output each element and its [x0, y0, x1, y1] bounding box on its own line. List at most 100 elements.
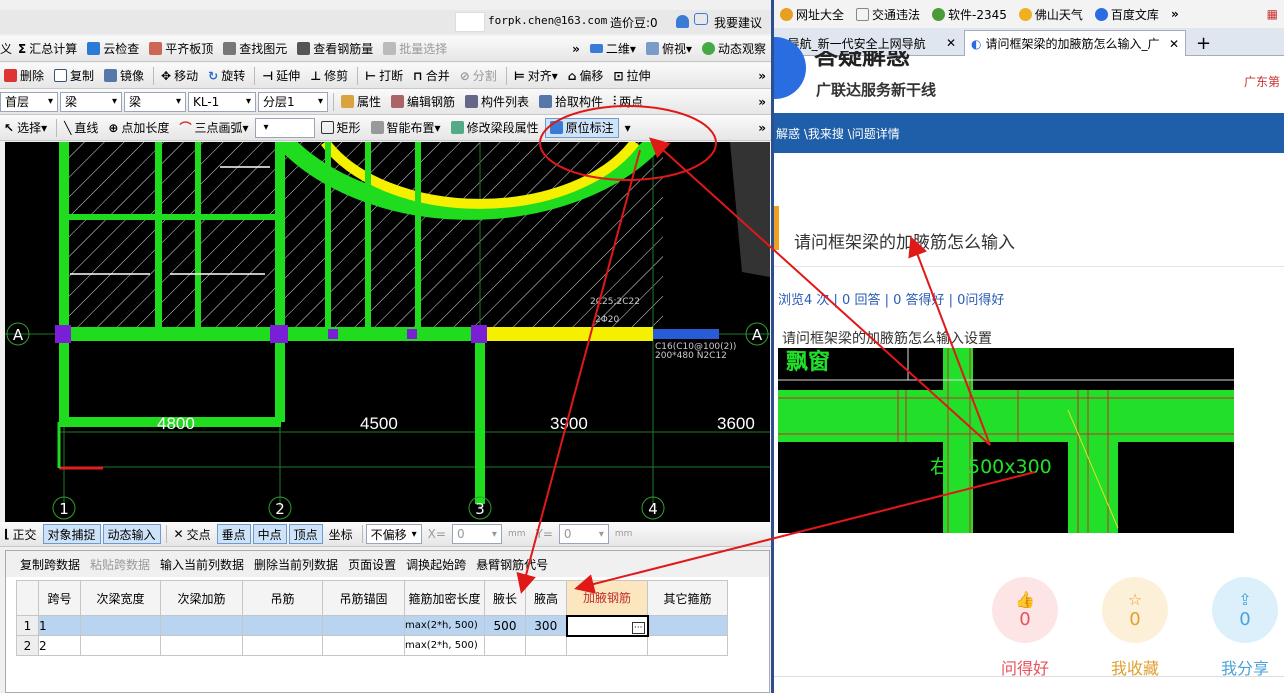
component-list-button[interactable]: 构件列表: [461, 92, 533, 112]
floor-select[interactable]: 首层: [0, 91, 58, 112]
good-question-action[interactable]: 👍 0 问得好: [992, 577, 1058, 679]
move-button[interactable]: ✥ 移动: [157, 66, 202, 86]
offset-button[interactable]: ⌂ 偏移: [564, 66, 608, 86]
two-point-button[interactable]: ⫶ 两点: [609, 92, 647, 112]
cell[interactable]: [80, 635, 161, 656]
pick-component-button[interactable]: 拾取构件: [535, 92, 607, 112]
in-situ-dropdown-icon[interactable]: ▾: [621, 118, 635, 138]
close-icon[interactable]: ✕: [1169, 37, 1179, 51]
property-button[interactable]: 属性: [337, 92, 385, 112]
close-icon[interactable]: ✕: [946, 36, 956, 50]
align-slab-button[interactable]: 平齐板顶: [145, 39, 217, 59]
table-row[interactable]: 1 1 max(2*h, 500) 500 300 ···: [16, 614, 728, 637]
object-snap-toggle[interactable]: 对象捕捉: [42, 524, 101, 544]
bookmark-item[interactable]: 网址大全: [774, 5, 850, 23]
more-bookmarks-icon[interactable]: »: [1165, 5, 1185, 23]
chat-icon[interactable]: [694, 13, 708, 25]
span-cell[interactable]: 1: [38, 615, 81, 636]
more-chevron-icon[interactable]: »: [754, 118, 770, 138]
more-chevron-icon[interactable]: »: [754, 92, 770, 112]
extend-button[interactable]: ⊣ 延伸: [258, 66, 304, 86]
arc-mode-select[interactable]: [254, 117, 315, 138]
offset-select[interactable]: 不偏移: [365, 524, 422, 544]
split-button[interactable]: ⊘ 分割: [456, 66, 501, 86]
coordinate-snap[interactable]: 坐标: [325, 524, 357, 544]
dynamic-input-toggle[interactable]: 动态输入: [102, 524, 161, 544]
haunch-len-cell[interactable]: [484, 635, 526, 656]
view-2d-dropdown[interactable]: 二维 ▾: [586, 39, 640, 59]
top-view-dropdown[interactable]: 俯视 ▾: [642, 39, 696, 59]
question-image[interactable]: 飘窗 右腋500x300: [778, 348, 1234, 533]
question-stats[interactable]: 浏览4 次 | 0 回答 | 0 答得好 | 0问得好: [778, 289, 1004, 308]
good-question-circle[interactable]: 👍 0: [992, 577, 1058, 643]
category-select[interactable]: 梁: [60, 91, 122, 112]
in-situ-label-button[interactable]: 原位标注: [544, 117, 619, 138]
smart-place-dropdown[interactable]: 智能布置 ▾: [367, 118, 445, 138]
more-chevron-icon[interactable]: »: [754, 66, 770, 86]
merge-button[interactable]: ⊓ 合并: [409, 66, 454, 86]
stirrup-cell[interactable]: max(2*h, 500): [404, 615, 485, 636]
rect-button[interactable]: 矩形: [317, 118, 365, 138]
new-tab-icon[interactable]: +: [1190, 30, 1217, 56]
share-action[interactable]: ⇪ 0 我分享: [1212, 577, 1278, 679]
haunch-rebar-cell[interactable]: [566, 635, 648, 656]
cantilever-code-button[interactable]: 悬臂钢筋代号: [476, 556, 548, 573]
cloud-check-button[interactable]: 云检查: [83, 39, 143, 59]
more-chevron-icon[interactable]: »: [568, 39, 584, 59]
mirror-button[interactable]: 镜像: [100, 66, 148, 86]
cell[interactable]: [322, 615, 405, 636]
modify-span-button[interactable]: 修改梁段属性: [447, 118, 543, 138]
cell[interactable]: [242, 615, 323, 636]
align-dropdown[interactable]: ⊨ 对齐 ▾: [510, 66, 562, 86]
copy-button[interactable]: 复制: [50, 66, 98, 86]
ellipsis-button[interactable]: ···: [631, 621, 645, 634]
cell[interactable]: [80, 615, 161, 636]
input-column-button[interactable]: 输入当前列数据: [160, 556, 244, 573]
sum-calc-button[interactable]: Σ 汇总计算: [14, 39, 81, 59]
favorite-action[interactable]: ☆ 0 我收藏: [1102, 577, 1168, 679]
share-circle[interactable]: ⇪ 0: [1212, 577, 1278, 643]
perpendicular-snap[interactable]: 垂点: [216, 524, 251, 544]
span-cell[interactable]: 2: [38, 635, 81, 656]
menu-partial[interactable]: 义: [0, 39, 12, 59]
rotate-button[interactable]: ↻ 旋转: [204, 66, 249, 86]
swap-start-button[interactable]: 调换起始跨: [406, 556, 466, 573]
intersection-snap[interactable]: ✕ 交点: [170, 524, 215, 544]
cell[interactable]: [647, 635, 728, 656]
type-select[interactable]: 梁: [124, 91, 186, 112]
break-button[interactable]: ⊢ 打断: [361, 66, 407, 86]
favorite-circle[interactable]: ☆ 0: [1102, 577, 1168, 643]
suggest-link[interactable]: 我要建议: [714, 14, 762, 31]
cell[interactable]: [160, 635, 243, 656]
delete-button[interactable]: 删除: [0, 66, 48, 86]
bookmark-item[interactable]: 交通违法: [850, 5, 926, 23]
bookmark-item[interactable]: 百度文库: [1089, 5, 1165, 23]
haunch-len-cell[interactable]: 500: [484, 615, 526, 636]
edit-rebar-button[interactable]: 编辑钢筋: [387, 92, 459, 112]
bookmark-item[interactable]: 软件-2345: [926, 5, 1013, 23]
vertex-snap[interactable]: 顶点: [288, 524, 323, 544]
haunch-height-cell[interactable]: [525, 635, 567, 656]
copy-span-button[interactable]: 复制跨数据: [20, 556, 80, 573]
drawing-canvas[interactable]: 4800 4500 3900 3600 2Φ20 C16(C10@100(2))…: [5, 142, 770, 522]
page-setup-button[interactable]: 页面设置: [348, 556, 396, 573]
component-select[interactable]: KL-1: [188, 91, 256, 112]
midpoint-snap[interactable]: 中点: [252, 524, 287, 544]
layer-select[interactable]: 分层1: [258, 91, 328, 112]
batch-select-button[interactable]: 批量选择: [379, 39, 451, 59]
ortho-toggle[interactable]: ⌊ 正交: [0, 524, 41, 544]
select-dropdown[interactable]: ↖ 选择 ▾: [0, 118, 51, 138]
cell[interactable]: [322, 635, 405, 656]
arc-dropdown[interactable]: ⌒ 三点画弧 ▾: [175, 118, 252, 138]
bell-icon[interactable]: [676, 15, 689, 28]
haunch-height-cell[interactable]: 300: [525, 615, 567, 636]
haunch-rebar-input[interactable]: ···: [565, 614, 649, 637]
delete-column-button[interactable]: 删除当前列数据: [254, 556, 338, 573]
stirrup-cell[interactable]: max(2*h, 500): [404, 635, 485, 656]
paste-span-button[interactable]: 粘贴跨数据: [90, 556, 150, 573]
bookmark-item[interactable]: 佛山天气: [1013, 5, 1089, 23]
cell[interactable]: [242, 635, 323, 656]
view-rebar-button[interactable]: 查看钢筋量: [293, 39, 377, 59]
stretch-button[interactable]: ⊡ 拉伸: [609, 66, 654, 86]
table-row[interactable]: 2 2 max(2*h, 500): [16, 635, 728, 656]
